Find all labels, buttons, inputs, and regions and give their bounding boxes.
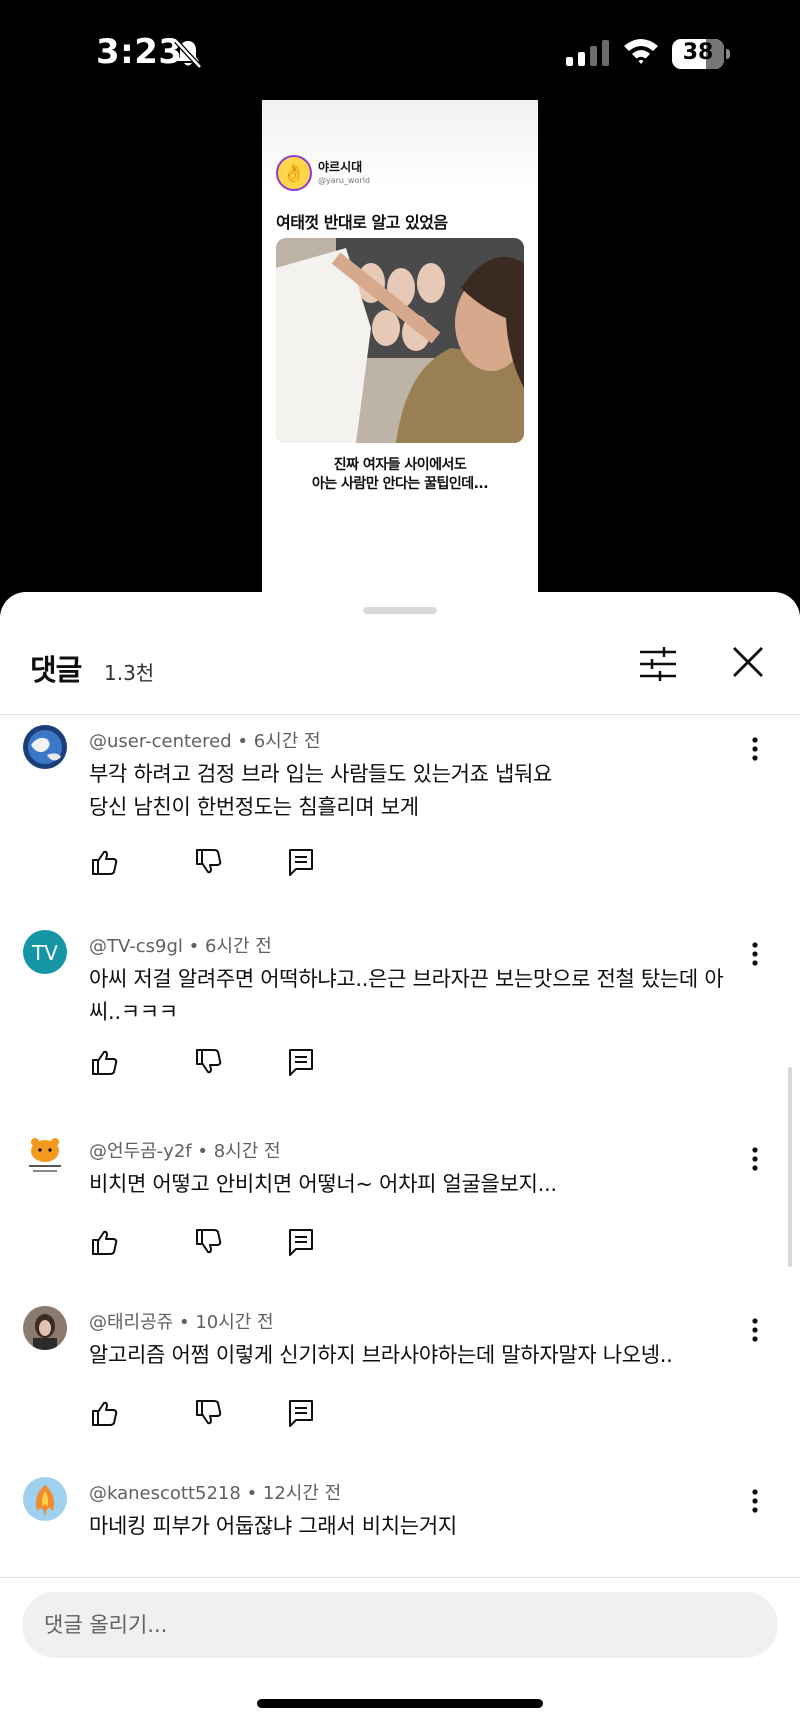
comment-actions [89,1047,319,1081]
like-icon[interactable] [89,1227,119,1257]
comment-item: @언두곰-y2f • 8시간 전비치면 어떻고 안비치면 어떻너~ 어차피 얼굴… [0,1135,800,1335]
dislike-icon[interactable] [193,1569,223,1570]
reply-icon[interactable] [287,1227,315,1257]
bell-off-icon [174,39,202,69]
comment-time: 6시간 전 [204,936,272,957]
more-options-icon[interactable] [748,1316,762,1344]
video-thumbnail-image [276,238,524,443]
battery-icon: 38 [672,39,730,69]
reply-icon[interactable] [287,1047,315,1077]
comment-meta: @TV-cs9gl • 6시간 전 [89,932,272,958]
like-icon[interactable] [89,1047,119,1077]
comment-author[interactable]: @kanescott5218 [89,1483,241,1504]
comments-list[interactable]: @user-centered • 6시간 전부각 하려고 검정 브라 입는 사람… [0,715,800,1570]
comment-author[interactable]: @user-centered [89,731,232,752]
separator-dot: • [231,731,254,752]
comment-author[interactable]: @언두곰-y2f [89,1141,192,1162]
reply-icon[interactable] [287,847,315,877]
more-options-icon[interactable] [748,735,762,763]
more-options-icon[interactable] [748,940,762,968]
comment-composer [0,1577,800,1734]
comment-avatar[interactable] [23,1477,67,1521]
wifi-icon [624,39,658,64]
separator-dot: • [240,1483,263,1504]
dislike-icon[interactable] [193,1227,223,1257]
comments-sheet: 댓글 1.3천 @user-centered • 6시간 전부각 하려고 검정 … [0,592,800,1734]
comment-text: 알고리즘 어쩜 이렇게 신기하지 브라사야하는데 말하자말자 나오넹.. [89,1343,673,1367]
signal-icon [566,40,609,66]
comment-actions [89,1227,319,1261]
comment-meta: @user-centered • 6시간 전 [89,727,321,753]
video-title: 여태껏 반대로 알고 있었음 [276,213,448,232]
comment-actions [89,1569,319,1570]
like-icon[interactable] [89,1569,119,1570]
separator-dot: • [191,1141,214,1162]
separator-dot: • [182,936,205,957]
comment-avatar[interactable]: TV [23,930,67,974]
svg-text:TV: TV [31,941,58,965]
separator-dot: • [173,1312,196,1333]
comment-item: TV @TV-cs9gl • 6시간 전아씨 저걸 알려주면 어떡하냐고..은근 … [0,930,800,1130]
like-icon[interactable] [89,847,119,877]
channel-avatar: 👌 [276,155,312,191]
comments-title: 댓글 [30,653,82,687]
comment-text: 마네킹 피부가 어둡잖냐 그래서 비치는거지 [89,1514,457,1538]
comment-avatar[interactable] [23,1135,67,1179]
video-player[interactable]: 👌 야르시대 @yaru_world 여태껏 반대로 알고 있었음 진짜 여자들… [262,100,538,600]
comment-time: 10시간 전 [195,1312,274,1333]
status-bar: 3:23 38 [0,0,800,100]
dislike-icon[interactable] [193,1047,223,1077]
comment-avatar[interactable] [23,725,67,769]
comment-input[interactable] [22,1592,778,1658]
comment-time: 12시간 전 [262,1483,342,1504]
more-options-icon[interactable] [748,1487,762,1515]
comment-text: 부각 하려고 검정 브라 입는 사람들도 있는거죠 냅둬요 당신 남친이 한번정… [89,762,553,819]
comment-actions [89,1398,319,1432]
comment-avatar[interactable] [23,1306,67,1350]
reply-icon[interactable] [287,1398,315,1428]
comment-text: 아씨 저걸 알려주면 어떡하냐고..은근 브라자끈 보는맛으로 전철 탔는데 아… [89,967,724,1024]
comments-count: 1.3천 [104,661,155,685]
dislike-icon[interactable] [193,1398,223,1428]
drag-handle[interactable] [363,607,437,614]
status-time: 3:23 [96,32,183,72]
video-caption: 진짜 여자들 사이에서도 아는 사람만 안다는 꿀팁인데... [262,456,538,494]
comment-meta: @kanescott5218 • 12시간 전 [89,1479,341,1505]
comment-item: @태리공쥬 • 10시간 전알고리즘 어쩜 이렇게 신기하지 브라사야하는데 말… [0,1306,800,1506]
comment-time: 6시간 전 [253,731,321,752]
channel-name: 야르시대 [318,160,363,174]
comment-author[interactable]: @TV-cs9gl [89,936,183,957]
home-indicator[interactable] [257,1699,543,1708]
video-caption-line-1: 진짜 여자들 사이에서도 [333,457,467,473]
dislike-icon[interactable] [193,847,223,877]
comment-item: @kanescott5218 • 12시간 전마네킹 피부가 어둡잖냐 그래서 … [0,1477,800,1570]
reply-icon[interactable] [287,1569,315,1570]
like-icon[interactable] [89,1398,119,1428]
video-caption-line-2: 아는 사람만 안다는 꿀팁인데... [311,476,489,492]
more-options-icon[interactable] [748,1145,762,1173]
comment-item: @user-centered • 6시간 전부각 하려고 검정 브라 입는 사람… [0,725,800,925]
comment-text: 비치면 어떻고 안비치면 어떻너~ 어차피 얼굴을보지... [89,1172,557,1196]
comment-actions [89,847,319,881]
comment-author[interactable]: @태리공쥬 [89,1312,173,1333]
close-icon[interactable] [730,644,766,680]
channel-handle: @yaru_world [318,176,371,185]
comment-meta: @태리공쥬 • 10시간 전 [89,1308,274,1334]
battery-level: 38 [682,40,714,65]
comment-meta: @언두곰-y2f • 8시간 전 [89,1137,281,1163]
comment-time: 8시간 전 [213,1141,281,1162]
filter-sort-icon[interactable] [638,646,678,682]
